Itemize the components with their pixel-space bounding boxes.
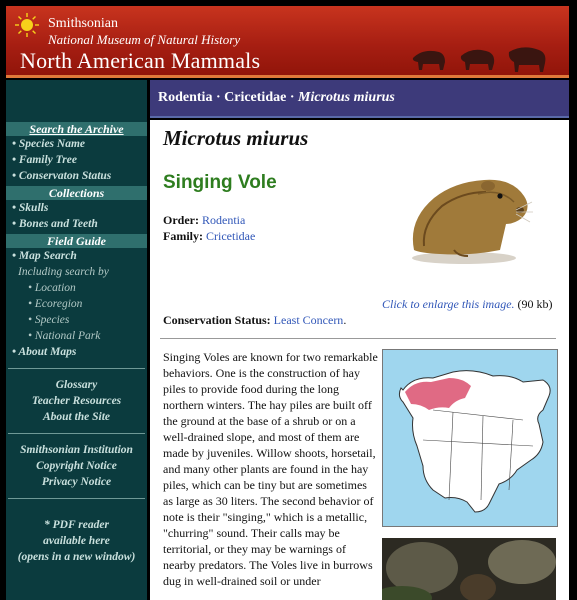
sidebar-heading-collections: Collections xyxy=(6,186,147,200)
section-divider xyxy=(160,338,556,339)
sidebar-link-smithsonian[interactable]: Smithsonian Institution xyxy=(6,442,147,458)
family-link[interactable]: Cricetidae xyxy=(206,229,255,243)
bullet-icon: • xyxy=(12,218,17,230)
order-label: Order: xyxy=(163,213,199,227)
sidebar-link-label: Ecoregion xyxy=(34,298,83,310)
sidebar-link-label: Family Tree xyxy=(18,154,77,166)
order-link[interactable]: Rodentia xyxy=(202,213,245,227)
site-header: Smithsonian National Museum of Natural H… xyxy=(6,6,569,78)
bullet-icon: • xyxy=(12,202,17,214)
sidebar: Search the Archive • Species Name • Fami… xyxy=(6,80,147,600)
sidebar-link-species[interactable]: • Species xyxy=(6,312,147,328)
period: . xyxy=(343,313,347,327)
bullet-icon: • xyxy=(12,138,17,150)
bullet-icon: • xyxy=(12,346,17,358)
pdf-reader-link-line2[interactable]: available here xyxy=(6,533,147,549)
bullet-icon: • xyxy=(12,154,17,166)
bullet-icon: • xyxy=(12,170,17,182)
pdf-reader-note: (opens in a new window) xyxy=(17,551,136,563)
museum-name[interactable]: National Museum of Natural History xyxy=(48,32,240,48)
conservation-status: Conservation Status: Least Concern. xyxy=(163,313,346,328)
sidebar-divider xyxy=(8,368,145,369)
bullet-icon: • xyxy=(28,330,33,342)
sidebar-link-label: Species Name xyxy=(18,138,86,150)
sidebar-link-label: Map Search xyxy=(18,250,77,262)
conservation-link[interactable]: Least Concern xyxy=(274,313,344,327)
sidebar-divider xyxy=(8,433,145,434)
vole-illustration[interactable] xyxy=(394,150,534,270)
bullet-icon: • xyxy=(12,250,17,262)
institution-name[interactable]: Smithsonian xyxy=(48,16,118,32)
main-content: Microtus miurus Singing Vole Order: Rode… xyxy=(150,120,569,600)
smithsonian-sun-logo-icon[interactable] xyxy=(14,12,40,38)
range-map[interactable] xyxy=(382,349,558,527)
taxonomy-info: Order: Rodentia Family: Cricetidae xyxy=(163,212,255,244)
sidebar-link-location[interactable]: • Location xyxy=(6,280,147,296)
sidebar-link-about-maps[interactable]: • About Maps xyxy=(6,344,147,360)
sidebar-link-label: Location xyxy=(34,282,76,294)
sidebar-link-privacy[interactable]: Privacy Notice xyxy=(6,474,147,490)
vole-photo[interactable] xyxy=(382,538,556,600)
sidebar-link-ecoregion[interactable]: • Ecoregion xyxy=(6,296,147,312)
sidebar-link-label: Skulls xyxy=(18,202,49,214)
sidebar-link-label: About Maps xyxy=(18,346,77,358)
sidebar-link-label: Bones and Teeth xyxy=(18,218,98,230)
site-title[interactable]: North American Mammals xyxy=(20,48,260,74)
enlarge-image-link[interactable]: Click to enlarge this image. xyxy=(382,297,515,311)
breadcrumb-species: Microtus miurus xyxy=(298,90,395,105)
sidebar-heading-search[interactable]: Search the Archive xyxy=(6,122,147,136)
species-description: Singing Voles are known for two remarkab… xyxy=(163,350,378,588)
breadcrumb: Rodentia · Cricetidae · Microtus miurus xyxy=(150,80,569,118)
sidebar-divider xyxy=(8,498,145,499)
sidebar-including-text: Including search by xyxy=(18,266,109,278)
sidebar-link-teacher-resources[interactable]: Teacher Resources xyxy=(6,393,147,409)
common-name: Singing Vole xyxy=(163,172,277,193)
sidebar-link-family-tree[interactable]: • Family Tree xyxy=(6,152,147,168)
sidebar-link-about-site[interactable]: About the Site xyxy=(6,409,147,425)
sidebar-link-label: Conservaton Status xyxy=(18,170,112,182)
bullet-icon: • xyxy=(28,298,33,310)
sidebar-link-conservation-status[interactable]: • Conservaton Status xyxy=(6,168,147,184)
sidebar-link-species-name[interactable]: • Species Name xyxy=(6,136,147,152)
breadcrumb-separator: · xyxy=(215,90,221,105)
breadcrumb-order[interactable]: Rodentia xyxy=(158,90,212,105)
muskox-herd-icon xyxy=(412,47,546,72)
pdf-reader-link[interactable]: * PDF reader xyxy=(6,517,147,533)
sidebar-link-skulls[interactable]: • Skulls xyxy=(6,200,147,216)
bullet-icon: • xyxy=(28,282,33,294)
page-title: Microtus miurus xyxy=(163,126,309,150)
sidebar-link-copyright[interactable]: Copyright Notice xyxy=(6,458,147,474)
sidebar-link-map-search[interactable]: • Map Search xyxy=(6,248,147,264)
enlarge-image-caption: Click to enlarge this image. (90 kb) xyxy=(382,296,557,312)
family-label: Family: xyxy=(163,229,203,243)
sidebar-link-label: National Park xyxy=(34,330,101,342)
sidebar-link-glossary[interactable]: Glossary xyxy=(6,377,147,393)
sidebar-link-label: Species xyxy=(34,314,70,326)
image-size: (90 kb) xyxy=(517,297,553,311)
bullet-icon: • xyxy=(28,314,33,326)
sidebar-link-national-park[interactable]: • National Park xyxy=(6,328,147,344)
breadcrumb-separator: · xyxy=(289,90,295,105)
sidebar-link-bones-teeth[interactable]: • Bones and Teeth xyxy=(6,216,147,232)
conservation-label: Conservation Status: xyxy=(163,313,271,327)
sidebar-heading-field-guide: Field Guide xyxy=(6,234,147,248)
breadcrumb-family[interactable]: Cricetidae xyxy=(224,90,286,105)
